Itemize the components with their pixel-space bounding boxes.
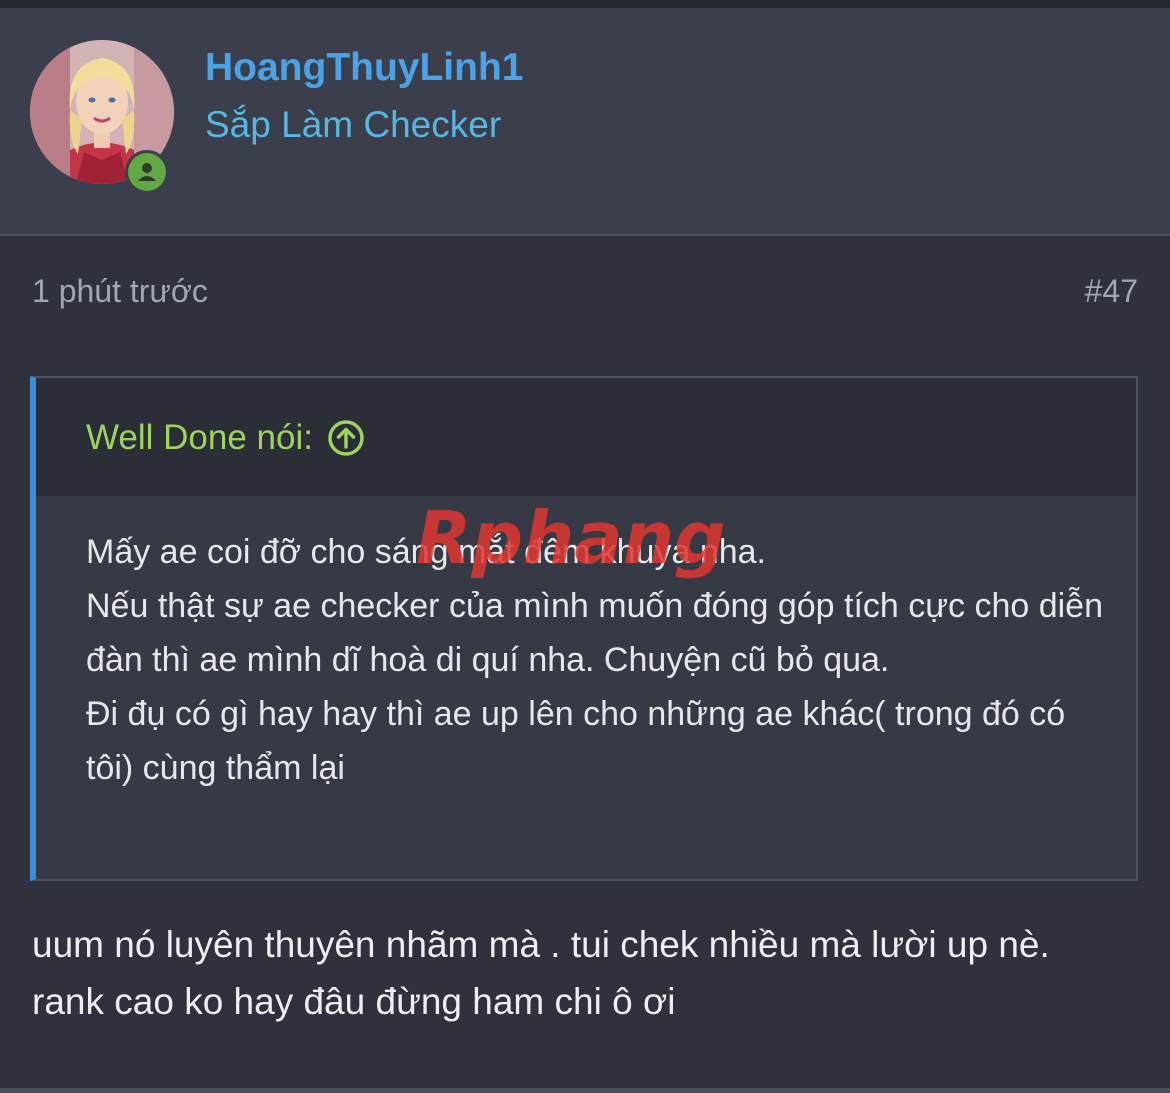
quote-content: Mấy ae coi đỡ cho sáng mắt đêm khuya nha… — [86, 525, 1116, 795]
username-link[interactable]: HoangThuyLinh1 — [205, 44, 523, 92]
online-status-badge — [125, 150, 169, 194]
post-header — [0, 8, 1170, 234]
top-edge — [0, 0, 1170, 8]
post-number-link[interactable]: #47 — [1085, 270, 1138, 312]
quote-line: Mấy ae coi đỡ cho sáng mắt đêm khuya nha… — [86, 533, 766, 571]
header-divider — [0, 234, 1170, 236]
arrow-up-circle-icon[interactable] — [327, 419, 365, 457]
post-container: HoangThuyLinh1 Sắp Làm Checker 1 phút tr… — [0, 0, 1170, 1093]
bottom-divider — [0, 1088, 1170, 1093]
quote-author-label: Well Done nói: — [86, 418, 313, 457]
user-title: Sắp Làm Checker — [205, 104, 502, 145]
quote-line: Đi đụ có gì hay hay thì ae up lên cho nh… — [86, 695, 1066, 787]
post-body-text: uum nó luyên thuyên nhãm mà . tui chek n… — [32, 924, 1050, 1022]
quote-header: Well Done nói: — [36, 378, 1136, 496]
quote-block: Well Done nói: Mấy ae coi đỡ cho sáng mắ… — [30, 376, 1138, 881]
user-online-icon — [128, 153, 166, 191]
quote-line: Nếu thật sự ae checker của mình muốn đón… — [86, 587, 1103, 679]
post-timestamp[interactable]: 1 phút trước — [32, 270, 208, 312]
quote-author[interactable]: Well Done nói: — [86, 416, 365, 460]
